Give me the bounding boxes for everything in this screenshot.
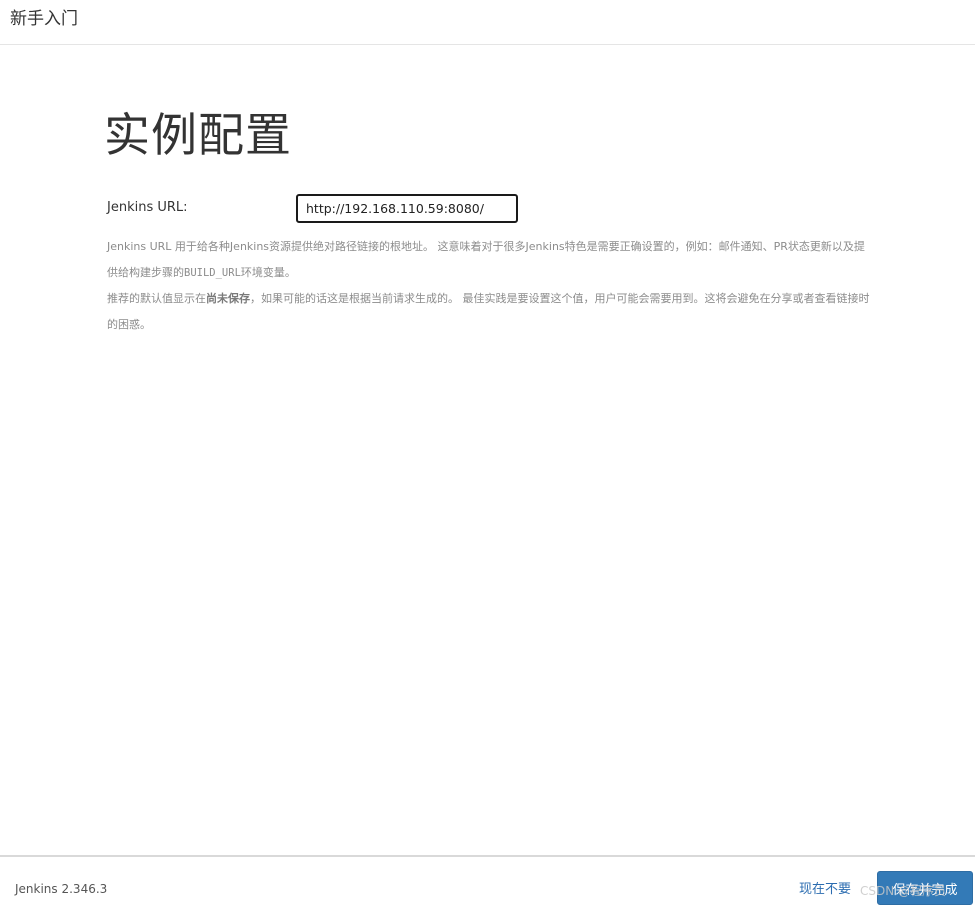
jenkins-version: Jenkins 2.346.3: [15, 882, 108, 896]
help-paragraph-2: 推荐的默认值显示在尚未保存，如果可能的话这是根据当前请求生成的。 最佳实践是要设…: [107, 292, 870, 331]
not-saved-emphasis: 尚未保存: [206, 292, 250, 305]
header-title: 新手入门: [10, 9, 78, 29]
save-and-finish-button[interactable]: 保存并完成: [877, 871, 973, 905]
setup-wizard-dialog: 新手入门 实例配置 Jenkins URL: Jenkins URL 用于给各种…: [0, 0, 975, 907]
dialog-footer: Jenkins 2.346.3 现在不要 保存并完成 CSDN @程序员: [0, 855, 975, 907]
build-url-code: BUILD_URL: [184, 267, 241, 279]
url-help-text: Jenkins URL 用于给各种Jenkins资源提供绝对路径链接的根地址。 …: [107, 234, 872, 338]
page-title: 实例配置: [104, 108, 292, 162]
help-paragraph-1: Jenkins URL 用于给各种Jenkins资源提供绝对路径链接的根地址。 …: [107, 240, 865, 279]
dialog-header: 新手入门: [0, 0, 975, 45]
jenkins-url-label: Jenkins URL:: [107, 200, 188, 215]
skip-button[interactable]: 现在不要: [799, 878, 851, 897]
jenkins-url-input[interactable]: [296, 194, 518, 223]
